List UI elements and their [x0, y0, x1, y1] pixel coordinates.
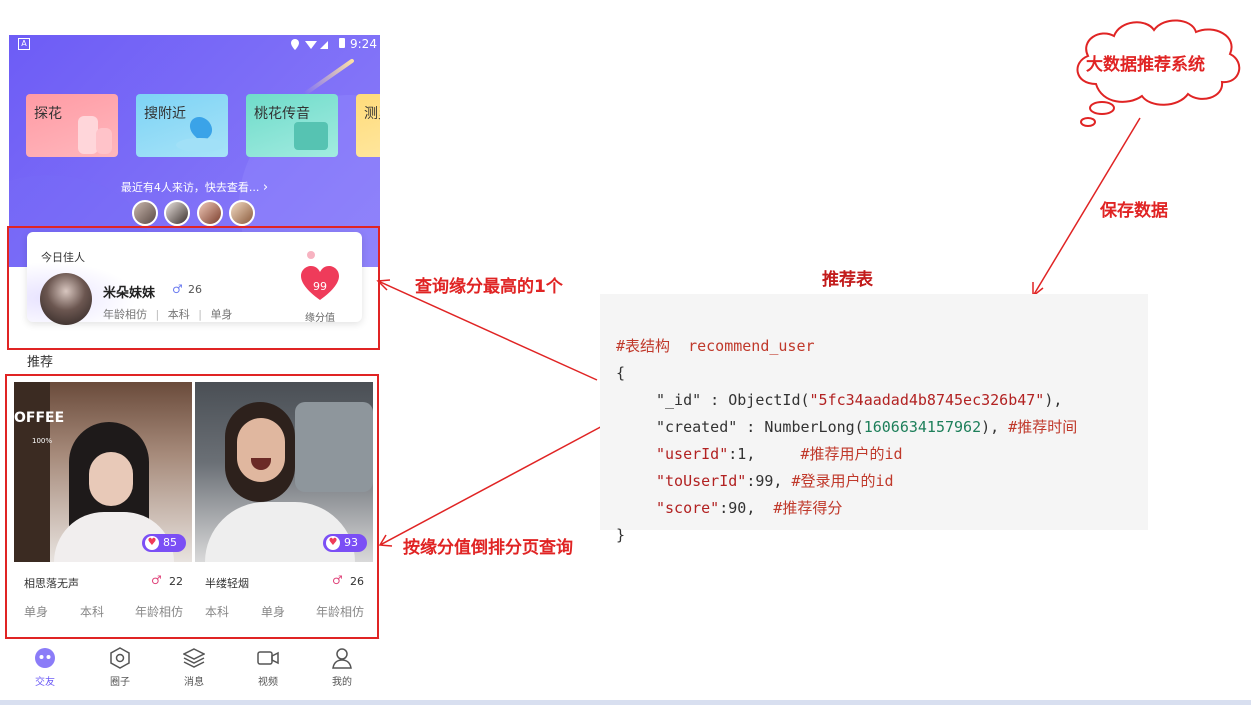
- code-string: "5fc34aadad4b8745ec326b47": [809, 391, 1045, 409]
- code-line-score: "score":90, #推荐得分: [656, 499, 843, 517]
- cloud-label: 大数据推荐系统: [1086, 55, 1205, 75]
- code-close-brace: }: [616, 526, 626, 544]
- code-line-userid: "userId":1, #推荐用户的id: [656, 445, 903, 463]
- code-comment: #表结构 recommend_user: [616, 337, 815, 355]
- code-number: 1606634157962: [863, 418, 982, 436]
- code-comment: #登录用户的id: [791, 472, 894, 490]
- save-data-label: 保存数据: [1100, 201, 1168, 221]
- query-page-label: 按缘分值倒排分页查询: [403, 538, 573, 558]
- code-comment: #推荐时间: [1008, 418, 1078, 436]
- code-line-created: "created" : NumberLong(1606634157962), #…: [656, 418, 1078, 436]
- code-key: "created": [656, 418, 738, 436]
- code-key: "toUserId": [656, 472, 747, 490]
- code-comment: #推荐用户的id: [800, 445, 903, 463]
- code-line-id: "_id" : ObjectId("5fc34aadad4b8745ec326b…: [656, 391, 1063, 409]
- window-bottom-edge: [0, 700, 1251, 705]
- code-key: "userId": [656, 445, 729, 463]
- code-open-brace: {: [616, 364, 626, 382]
- code-line-touserid: "toUserId":99, #登录用户的id: [656, 472, 894, 490]
- code-key: "_id": [656, 391, 702, 409]
- table-title: 推荐表: [822, 270, 873, 290]
- code-comment: #推荐得分: [773, 499, 843, 517]
- schema-code-block: #表结构 recommend_user { "_id" : ObjectId("5f…: [600, 294, 1148, 544]
- query-top-label: 查询缘分最高的1个: [415, 277, 563, 297]
- code-key: "score": [656, 499, 720, 517]
